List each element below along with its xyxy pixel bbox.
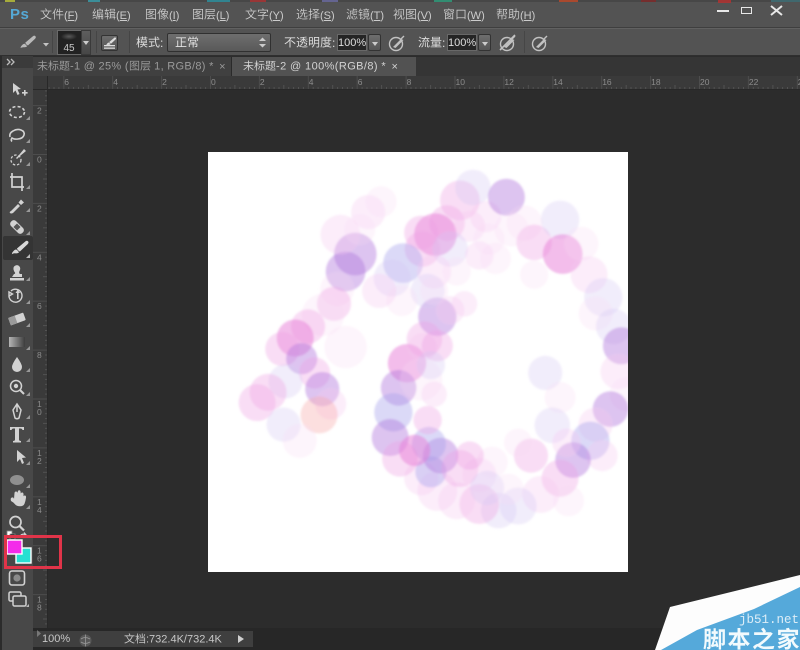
svg-text:2: 2 (162, 77, 167, 87)
svg-text:6: 6 (64, 77, 69, 87)
svg-text:18: 18 (651, 77, 661, 87)
svg-text:20: 20 (700, 77, 710, 87)
svg-text:6: 6 (358, 77, 363, 87)
svg-text:8: 8 (37, 350, 42, 360)
svg-text:16: 16 (602, 77, 612, 87)
svg-text:0: 0 (211, 77, 216, 87)
svg-text:8: 8 (37, 603, 42, 613)
svg-text:14: 14 (553, 77, 563, 87)
svg-text:2: 2 (37, 456, 42, 466)
svg-text:0: 0 (37, 155, 42, 165)
svg-text:2: 2 (260, 77, 265, 87)
svg-text:8: 8 (407, 77, 412, 87)
svg-text:6: 6 (37, 301, 42, 311)
svg-text:0: 0 (37, 407, 42, 417)
svg-text:2: 2 (37, 203, 42, 213)
svg-text:4: 4 (37, 505, 42, 515)
svg-text:jb51.net: jb51.net (739, 613, 799, 627)
svg-text:12: 12 (504, 77, 514, 87)
svg-text:4: 4 (37, 252, 42, 262)
svg-text:4: 4 (113, 77, 118, 87)
svg-text:22: 22 (749, 77, 759, 87)
svg-text:10: 10 (456, 77, 466, 87)
svg-text:2: 2 (37, 106, 42, 116)
svg-text:4: 4 (309, 77, 314, 87)
